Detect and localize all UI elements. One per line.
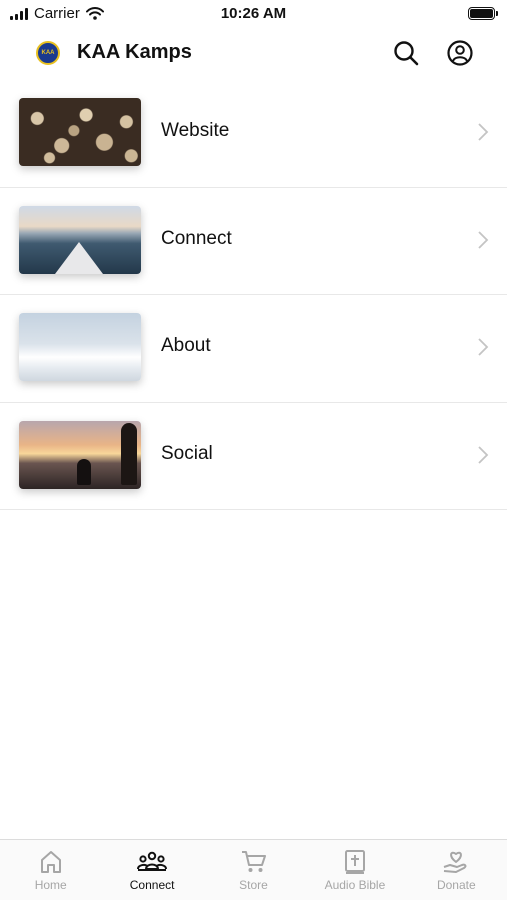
list-item-label: About bbox=[161, 335, 211, 356]
tab-label: Audio Bible bbox=[324, 878, 386, 892]
chevron-right-icon bbox=[478, 338, 489, 356]
status-time: 10:26 AM bbox=[220, 5, 287, 22]
group-icon bbox=[137, 851, 168, 871]
list-item-about[interactable]: About bbox=[0, 295, 507, 403]
website-thumbnail bbox=[19, 98, 141, 166]
app-logo: KAA bbox=[36, 41, 60, 65]
list-item-social[interactable]: Social bbox=[0, 403, 507, 510]
list-item-connect[interactable]: Connect bbox=[0, 188, 507, 295]
status-bar: Carrier 10:26 AM bbox=[0, 0, 507, 28]
list-item-website[interactable]: Website bbox=[0, 80, 507, 188]
app-header: KAA KAA Kamps bbox=[0, 28, 507, 78]
profile-button[interactable] bbox=[445, 38, 475, 68]
tab-connect[interactable]: Connect bbox=[101, 840, 202, 900]
profile-icon bbox=[447, 40, 473, 66]
search-button[interactable] bbox=[391, 38, 421, 68]
battery-icon bbox=[468, 7, 498, 20]
bible-icon bbox=[344, 850, 365, 874]
tab-donate[interactable]: Donate bbox=[406, 840, 507, 900]
tab-label: Home bbox=[34, 878, 67, 892]
connect-thumbnail bbox=[19, 205, 141, 274]
list-item-label: Connect bbox=[161, 227, 232, 249]
tab-home[interactable]: Home bbox=[0, 840, 101, 900]
about-thumbnail bbox=[19, 313, 141, 381]
tab-bar: Home Connect Store Audio Bible Donate bbox=[0, 839, 507, 900]
tab-label: Donate bbox=[436, 878, 476, 892]
tab-store[interactable]: Store bbox=[203, 840, 304, 900]
tab-label: Connect bbox=[129, 878, 175, 892]
list-item-label: Social bbox=[161, 442, 213, 464]
social-thumbnail bbox=[19, 420, 141, 489]
logo-text: KAA bbox=[41, 50, 55, 56]
tab-audio-bible[interactable]: Audio Bible bbox=[304, 840, 405, 900]
chevron-right-icon bbox=[478, 445, 489, 464]
donate-icon bbox=[444, 851, 467, 873]
menu-list: Website Connect About Social bbox=[0, 80, 507, 510]
chevron-right-icon bbox=[478, 123, 489, 141]
home-icon bbox=[40, 851, 61, 873]
search-icon bbox=[394, 41, 419, 66]
tab-label: Store bbox=[239, 878, 268, 892]
cart-icon bbox=[241, 851, 266, 872]
app-title: KAA Kamps bbox=[77, 41, 192, 63]
list-item-label: Website bbox=[161, 120, 230, 141]
chevron-right-icon bbox=[478, 230, 489, 249]
